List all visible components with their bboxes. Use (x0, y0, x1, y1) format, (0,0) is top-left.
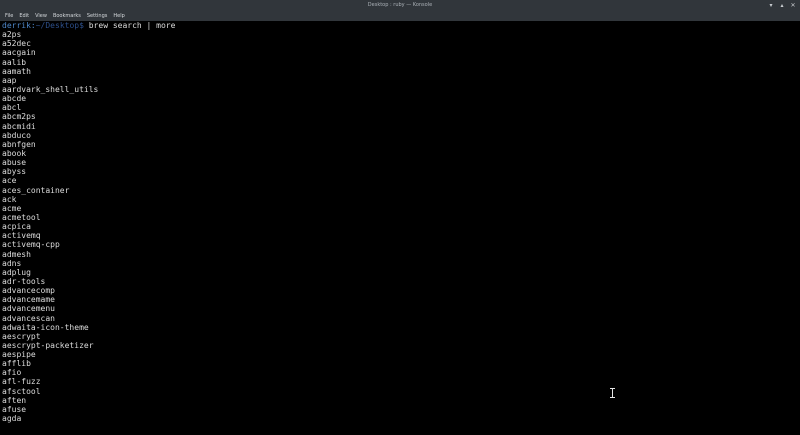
output-line: aap (2, 75, 17, 85)
output-line: aamath (2, 66, 31, 76)
output-line: abnfgen (2, 139, 36, 149)
output-line: aescrypt (2, 331, 41, 341)
menu-view[interactable]: View (32, 11, 50, 21)
output-line: adr-tools (2, 276, 46, 286)
menu-bookmarks[interactable]: Bookmarks (50, 11, 84, 21)
prompt-user: derrik (2, 21, 31, 30)
output-line: aces_container (2, 185, 70, 195)
output-line: afflib (2, 359, 31, 369)
output-line: abcde (2, 94, 27, 104)
prompt-line: derrik:~/Desktop$ brew search | more (2, 21, 800, 30)
command-output: a2ps a52dec aacgain aalib aamath aap aardvark_… (2, 30, 800, 423)
menu-file[interactable]: File (2, 11, 16, 21)
output-line: advancemame (2, 295, 55, 305)
output-line: abcm2ps (2, 112, 36, 122)
output-line: ace (2, 176, 17, 186)
output-line: abook (2, 148, 27, 158)
window-title: Desktop : ruby — Konsole (367, 2, 433, 8)
terminal-output-area[interactable]: derrik:~/Desktop$ brew search | more a2p… (0, 21, 800, 435)
output-line: adns (2, 258, 22, 268)
output-line: acpica (2, 222, 31, 232)
konsole-window: Desktop : ruby — Konsole ▾ ▴ ✕ File Edit… (0, 0, 800, 435)
output-line: adplug (2, 267, 31, 277)
maximize-button[interactable]: ▴ (779, 0, 785, 11)
output-line: aalib (2, 57, 27, 67)
output-line: afsctool (2, 386, 41, 396)
output-line: activemq (2, 231, 41, 241)
output-line: a2ps (2, 30, 22, 40)
output-line: a52dec (2, 39, 31, 49)
output-line: abyss (2, 167, 27, 177)
minimize-button[interactable]: ▾ (768, 0, 774, 11)
output-line: agda (2, 414, 22, 424)
output-line: admesh (2, 249, 31, 259)
ibeam-cursor-icon (610, 388, 615, 398)
output-line: acme (2, 203, 22, 213)
window-controls: ▾ ▴ ✕ (768, 0, 796, 11)
output-line: advancecomp (2, 286, 55, 296)
output-line: abcmidi (2, 121, 36, 131)
menu-settings[interactable]: Settings (84, 11, 111, 21)
output-line: aften (2, 395, 27, 405)
output-line: abduco (2, 130, 31, 140)
output-line: afio (2, 368, 22, 378)
menu-edit[interactable]: Edit (16, 11, 32, 21)
output-line: afl-fuzz (2, 377, 41, 387)
output-line: activemq-cpp (2, 240, 60, 250)
output-line: advancemenu (2, 304, 55, 314)
close-button[interactable]: ✕ (790, 0, 796, 11)
output-line: abcl (2, 103, 22, 113)
output-line: aescrypt-packetizer (2, 340, 94, 350)
output-line: aespipe (2, 350, 36, 360)
output-line: abuse (2, 158, 27, 168)
output-line: ack (2, 194, 17, 204)
output-line: aacgain (2, 48, 36, 58)
output-line: aardvark_shell_utils (2, 84, 99, 94)
prompt-command: brew search | more (83, 21, 176, 30)
output-line: afuse (2, 404, 27, 414)
menu-help[interactable]: Help (110, 11, 127, 21)
output-line: adwaita-icon-theme (2, 322, 89, 332)
title-bar[interactable]: Desktop : ruby — Konsole ▾ ▴ ✕ (0, 0, 800, 11)
menu-bar: File Edit View Bookmarks Settings Help (0, 11, 800, 21)
output-line: acmetool (2, 212, 41, 222)
output-line: advancescan (2, 313, 55, 323)
prompt-path: ~/Desktop (35, 21, 80, 30)
